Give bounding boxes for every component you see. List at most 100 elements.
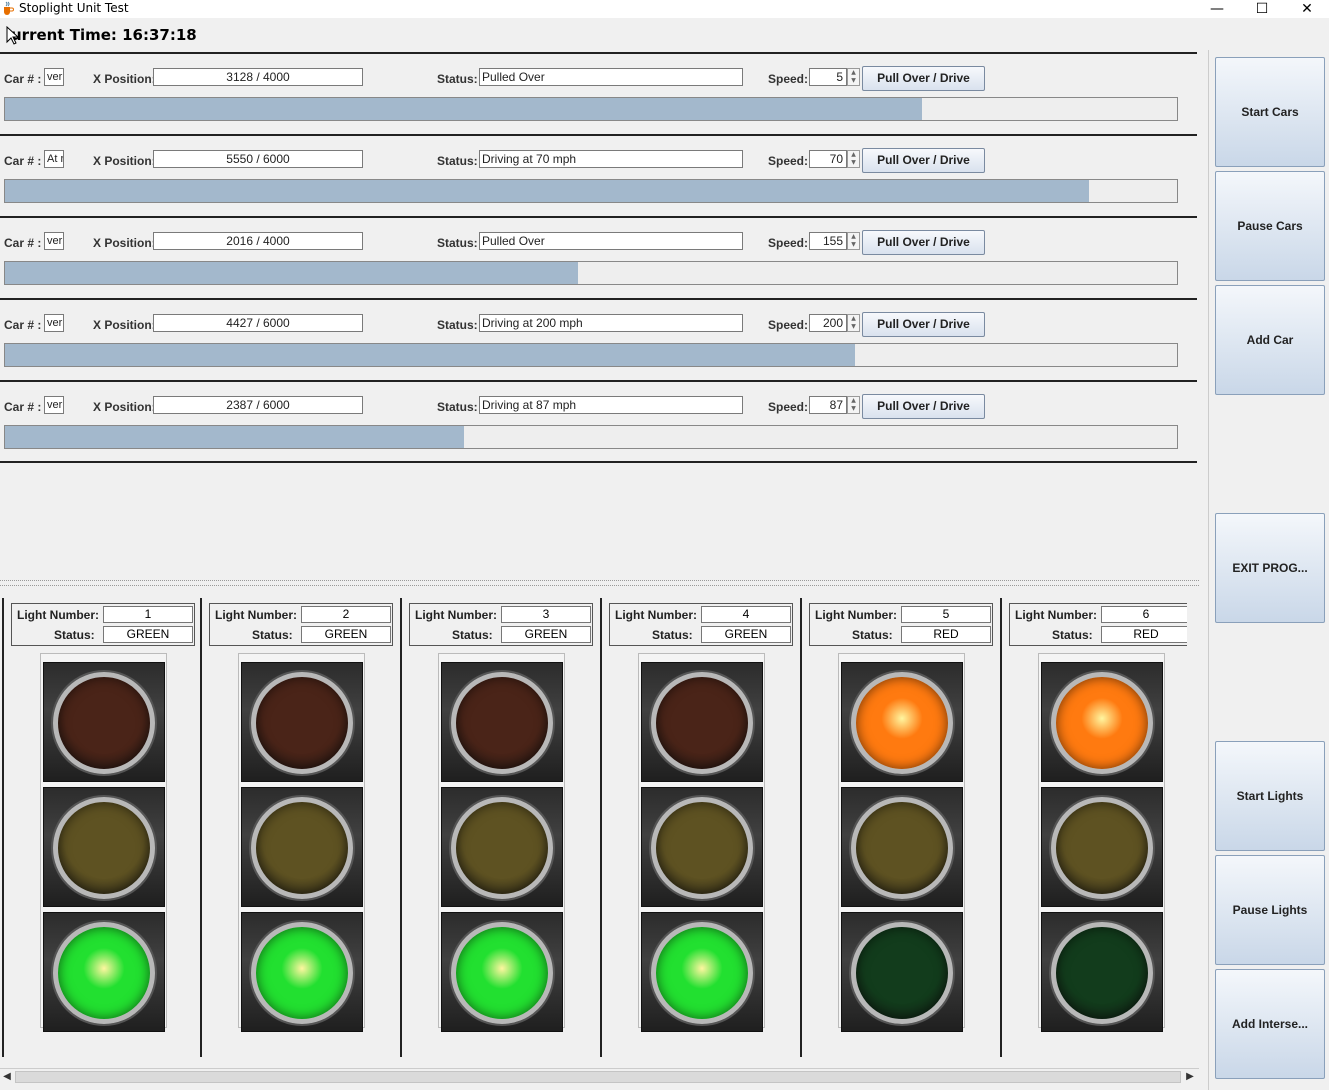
status-label: Status: xyxy=(437,154,478,168)
speed-field[interactable]: 155 xyxy=(809,232,847,250)
yellow-lamp xyxy=(251,797,353,899)
lamp-housing xyxy=(441,662,563,782)
yellow-lamp xyxy=(651,797,753,899)
spinner-up-icon[interactable]: ▲ xyxy=(848,69,859,77)
light-status-label: Status: xyxy=(252,628,293,642)
status-field[interactable]: Driving at 87 mph xyxy=(479,396,743,414)
x-position-label: X Position: xyxy=(93,236,156,250)
green-lamp xyxy=(651,922,753,1024)
status-field[interactable]: Pulled Over xyxy=(479,68,743,86)
spinner-down-icon[interactable]: ▼ xyxy=(848,159,859,167)
spinner-down-icon[interactable]: ▼ xyxy=(848,405,859,413)
status-field[interactable]: Driving at 200 mph xyxy=(479,314,743,332)
current-time-row: urrent Time: 16:37:18 xyxy=(0,26,1200,48)
pull-over-drive-button[interactable]: Pull Over / Drive xyxy=(862,230,985,255)
light-number-field[interactable]: 4 xyxy=(701,606,791,623)
speed-label: Speed: xyxy=(768,72,809,86)
light-number-field[interactable]: 2 xyxy=(301,606,391,623)
traffic-light-column: Light Number: 6 Status: RED xyxy=(1002,598,1187,1057)
spinner-up-icon[interactable]: ▲ xyxy=(848,151,859,159)
car-progress-fill xyxy=(5,98,922,120)
car-row: Car # : ver X Position: 2387 / 6000 Status: D… xyxy=(0,380,1197,463)
speed-field[interactable]: 200 xyxy=(809,314,847,332)
car-number-field[interactable]: At r xyxy=(44,150,64,168)
car-progress-bar xyxy=(4,425,1178,449)
light-number-field[interactable]: 6 xyxy=(1101,606,1187,623)
pull-over-drive-button[interactable]: Pull Over / Drive xyxy=(862,312,985,337)
speed-spinner[interactable]: ▲ ▼ xyxy=(847,232,860,250)
pause-cars-button[interactable]: Pause Cars xyxy=(1215,171,1325,281)
scroll-right-icon[interactable]: ▶ xyxy=(1183,1069,1197,1085)
light-status-label: Status: xyxy=(652,628,693,642)
scroll-left-icon[interactable]: ◀ xyxy=(0,1069,14,1085)
light-status-field[interactable]: RED xyxy=(1101,626,1187,643)
car-number-field[interactable]: ver xyxy=(44,314,64,332)
lamp-housing xyxy=(841,787,963,907)
lamp-housing xyxy=(1041,662,1163,782)
status-field[interactable]: Driving at 70 mph xyxy=(479,150,743,168)
start-lights-button[interactable]: Start Lights xyxy=(1215,741,1325,851)
pause-lights-button[interactable]: Pause Lights xyxy=(1215,855,1325,965)
light-status-label: Status: xyxy=(1052,628,1093,642)
x-position-field[interactable]: 4427 / 6000 xyxy=(153,314,363,332)
speed-spinner[interactable]: ▲ ▼ xyxy=(847,314,860,332)
minimize-button[interactable]: — xyxy=(1194,0,1240,18)
car-number-label: Car # : xyxy=(4,72,42,86)
add-intersection-button[interactable]: Add Interse... xyxy=(1215,969,1325,1079)
pull-over-drive-button[interactable]: Pull Over / Drive xyxy=(862,66,985,91)
speed-spinner[interactable]: ▲ ▼ xyxy=(847,68,860,86)
speed-field[interactable]: 5 xyxy=(809,68,847,86)
speed-spinner[interactable]: ▲ ▼ xyxy=(847,396,860,414)
red-lamp xyxy=(851,672,953,774)
light-status-field[interactable]: GREEN xyxy=(301,626,391,643)
horizontal-scrollbar[interactable]: ◀ ▶ xyxy=(0,1068,1199,1085)
light-number-field[interactable]: 3 xyxy=(501,606,591,623)
split-pane-divider[interactable] xyxy=(0,580,1199,586)
scrollbar-thumb[interactable] xyxy=(15,1071,1181,1083)
x-position-field[interactable]: 3128 / 4000 xyxy=(153,68,363,86)
spinner-up-icon[interactable]: ▲ xyxy=(848,397,859,405)
pull-over-drive-button[interactable]: Pull Over / Drive xyxy=(862,148,985,173)
x-position-field[interactable]: 5550 / 6000 xyxy=(153,150,363,168)
close-button[interactable]: ✕ xyxy=(1284,0,1329,18)
car-number-field[interactable]: ver xyxy=(44,68,64,86)
green-lamp xyxy=(1051,922,1153,1024)
spinner-down-icon[interactable]: ▼ xyxy=(848,77,859,85)
car-progress-fill xyxy=(5,262,579,284)
lamp-housing xyxy=(43,662,165,782)
spinner-up-icon[interactable]: ▲ xyxy=(848,315,859,323)
speed-spinner[interactable]: ▲ ▼ xyxy=(847,150,860,168)
spinner-up-icon[interactable]: ▲ xyxy=(848,233,859,241)
car-number-field[interactable]: ver xyxy=(44,232,64,250)
light-status-label: Status: xyxy=(452,628,493,642)
car-number-field[interactable]: ver xyxy=(44,396,64,414)
light-status-field[interactable]: GREEN xyxy=(103,626,193,643)
light-status-field[interactable]: GREEN xyxy=(501,626,591,643)
traffic-light-housing xyxy=(438,653,565,1032)
spinner-down-icon[interactable]: ▼ xyxy=(848,323,859,331)
x-position-field[interactable]: 2387 / 6000 xyxy=(153,396,363,414)
x-position-field[interactable]: 2016 / 4000 xyxy=(153,232,363,250)
lamp-housing xyxy=(441,787,563,907)
status-field[interactable]: Pulled Over xyxy=(479,232,743,250)
yellow-lamp xyxy=(851,797,953,899)
exit-program-button[interactable]: EXIT PROG... xyxy=(1215,513,1325,623)
light-number-field[interactable]: 1 xyxy=(103,606,193,623)
green-lamp xyxy=(851,922,953,1024)
speed-field[interactable]: 87 xyxy=(809,396,847,414)
traffic-light-housing xyxy=(1038,653,1165,1032)
light-status-field[interactable]: GREEN xyxy=(701,626,791,643)
spinner-down-icon[interactable]: ▼ xyxy=(848,241,859,249)
pull-over-drive-button[interactable]: Pull Over / Drive xyxy=(862,394,985,419)
status-label: Status: xyxy=(437,72,478,86)
light-status-field[interactable]: RED xyxy=(901,626,991,643)
light-number-field[interactable]: 5 xyxy=(901,606,991,623)
lamp-housing xyxy=(241,662,363,782)
light-info-box: Light Number: 3 Status: GREEN xyxy=(409,603,593,646)
start-cars-button[interactable]: Start Cars xyxy=(1215,57,1325,167)
cars-panel: Car # : ver X Position: 3128 / 4000 Status: P… xyxy=(0,50,1199,583)
speed-field[interactable]: 70 xyxy=(809,150,847,168)
maximize-button[interactable]: ☐ xyxy=(1239,0,1285,18)
add-car-button[interactable]: Add Car xyxy=(1215,285,1325,395)
green-lamp xyxy=(53,922,155,1024)
